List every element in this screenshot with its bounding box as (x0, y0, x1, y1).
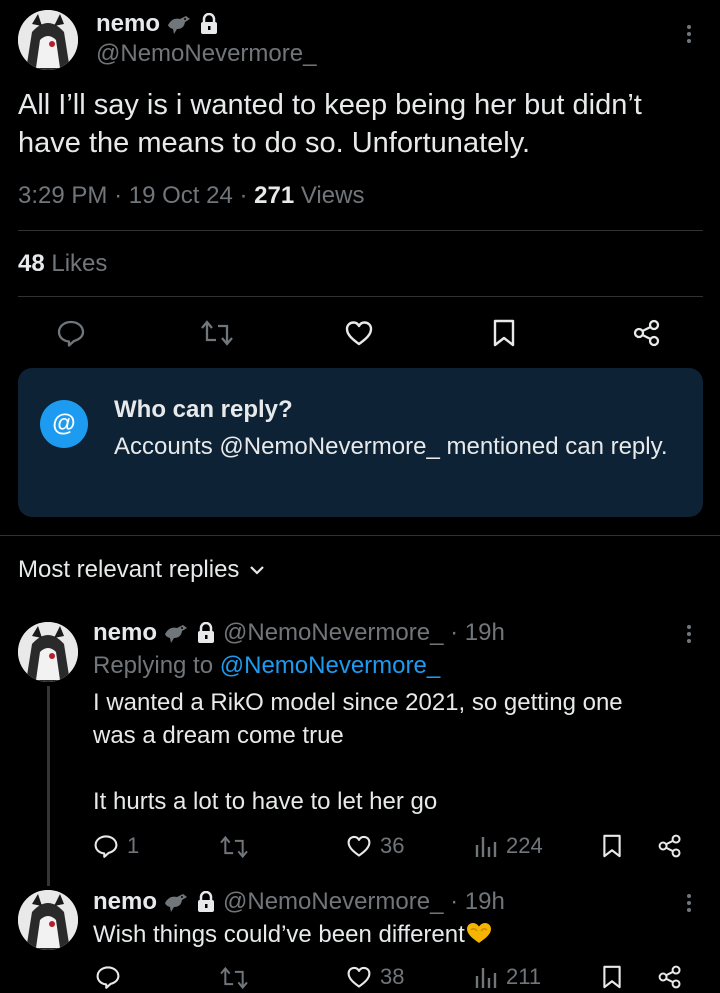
reply-avatar[interactable] (18, 890, 78, 950)
bird-icon (163, 622, 189, 644)
analytics-icon (475, 968, 497, 988)
replying-to-prefix: Replying to (93, 652, 220, 679)
author-name-row: nemo (96, 10, 218, 38)
like-button[interactable]: 36 (346, 833, 404, 859)
reply-icon (57, 320, 85, 347)
author-handle[interactable]: @NemoNevermore_ (96, 40, 316, 68)
reply-count: 1 (127, 833, 140, 858)
share-button[interactable] (632, 318, 662, 348)
separator-dot: · (239, 182, 255, 209)
views-count: 271 (254, 182, 295, 209)
bookmark-icon (603, 965, 621, 989)
tweet-meta: 3:29 PM · 19 Oct 24 · 271 Views (18, 182, 364, 210)
heart-icon (347, 835, 371, 857)
heart-hands-emoji-icon (466, 923, 491, 943)
retweet-icon (201, 320, 233, 346)
retweet-button[interactable] (219, 965, 249, 991)
share-button[interactable] (657, 964, 683, 990)
replying-to-mention[interactable]: @NemoNevermore_ (220, 652, 440, 679)
reply-handle-time[interactable]: @NemoNevermore_ · 19h (223, 888, 505, 916)
reply-text-line: It hurts a lot to have to let her go (93, 788, 438, 815)
bookmark-icon (603, 834, 621, 858)
reply-text: Wish things could’ve been different (93, 921, 465, 948)
more-options-icon[interactable] (679, 20, 699, 48)
analytics-icon (475, 837, 497, 857)
replies-sort-dropdown[interactable]: Most relevant replies (18, 556, 265, 584)
tweet-time[interactable]: 3:29 PM (18, 182, 107, 209)
likes-summary[interactable]: 48 Likes (18, 250, 107, 278)
like-count: 38 (380, 964, 405, 989)
lock-icon (197, 891, 215, 913)
views-button[interactable]: 211 (474, 964, 541, 990)
reply-icon (94, 835, 118, 858)
bookmark-icon (493, 319, 515, 347)
reply-restriction-card: @ Who can reply? Accounts @NemoNevermore… (18, 368, 703, 517)
divider (18, 296, 703, 297)
reply-display-name[interactable]: nemo (93, 619, 157, 647)
views-button[interactable]: 224 (474, 833, 543, 859)
likes-count: 48 (18, 250, 45, 277)
reply-restriction-title: Who can reply? (114, 396, 293, 423)
divider (18, 230, 703, 231)
reply-button[interactable]: 1 (93, 833, 139, 859)
tweet-text: All I’ll say is i wanted to keep being h… (18, 89, 642, 159)
more-options-icon[interactable] (679, 889, 699, 917)
bookmark-button[interactable] (491, 318, 517, 348)
reply-restriction-description: Accounts @NemoNevermore_ mentioned can r… (114, 433, 668, 460)
heart-icon (345, 321, 373, 346)
like-count: 36 (380, 833, 405, 858)
thread-connector-line (47, 686, 50, 886)
like-button[interactable]: 38 (346, 964, 404, 990)
retweet-button[interactable] (219, 834, 249, 860)
reply-avatar[interactable] (18, 622, 78, 682)
reply-text-line: was a dream come true (93, 722, 344, 749)
retweet-button[interactable] (200, 318, 234, 348)
divider (0, 535, 720, 536)
retweet-icon (220, 835, 248, 859)
chevron-down-icon (250, 566, 265, 575)
separator-dot: · (114, 182, 129, 209)
tweet-date[interactable]: 19 Oct 24 (129, 182, 233, 209)
author-avatar[interactable] (18, 10, 78, 70)
share-button[interactable] (657, 833, 683, 859)
reply-button[interactable] (95, 964, 121, 990)
share-icon (633, 319, 660, 347)
lock-icon (200, 13, 218, 35)
share-icon (658, 965, 681, 989)
at-sign-icon: @ (40, 400, 88, 448)
views-label: Views (294, 182, 365, 209)
reply-text-wrapper: Wish things could’ve been different (93, 918, 693, 951)
replies-sort-label: Most relevant replies (18, 556, 240, 583)
share-icon (658, 834, 681, 858)
author-display-name[interactable]: nemo (96, 10, 160, 38)
view-count: 224 (506, 833, 543, 858)
reply-text-line: I wanted a RikO model since 2021, so get… (93, 689, 623, 716)
bookmark-button[interactable] (601, 964, 623, 990)
replying-to: Replying to @NemoNevermore_ (93, 652, 440, 680)
likes-label: Likes (44, 250, 108, 277)
like-button[interactable] (344, 318, 374, 348)
bird-icon (166, 13, 192, 35)
heart-icon (347, 966, 371, 988)
bird-icon (163, 891, 189, 913)
reply-button[interactable] (56, 318, 86, 348)
reply-icon (96, 966, 120, 989)
reply-display-name[interactable]: nemo (93, 888, 157, 916)
reply-handle-time[interactable]: @NemoNevermore_ · 19h (223, 619, 505, 647)
retweet-icon (220, 966, 248, 990)
view-count: 211 (506, 964, 542, 989)
lock-icon (197, 622, 215, 644)
more-options-icon[interactable] (679, 620, 699, 648)
reply-name-row: nemo @NemoNevermore_ · 19h (93, 888, 505, 916)
reply-name-row: nemo @NemoNevermore_ · 19h (93, 619, 505, 647)
bookmark-button[interactable] (601, 833, 623, 859)
